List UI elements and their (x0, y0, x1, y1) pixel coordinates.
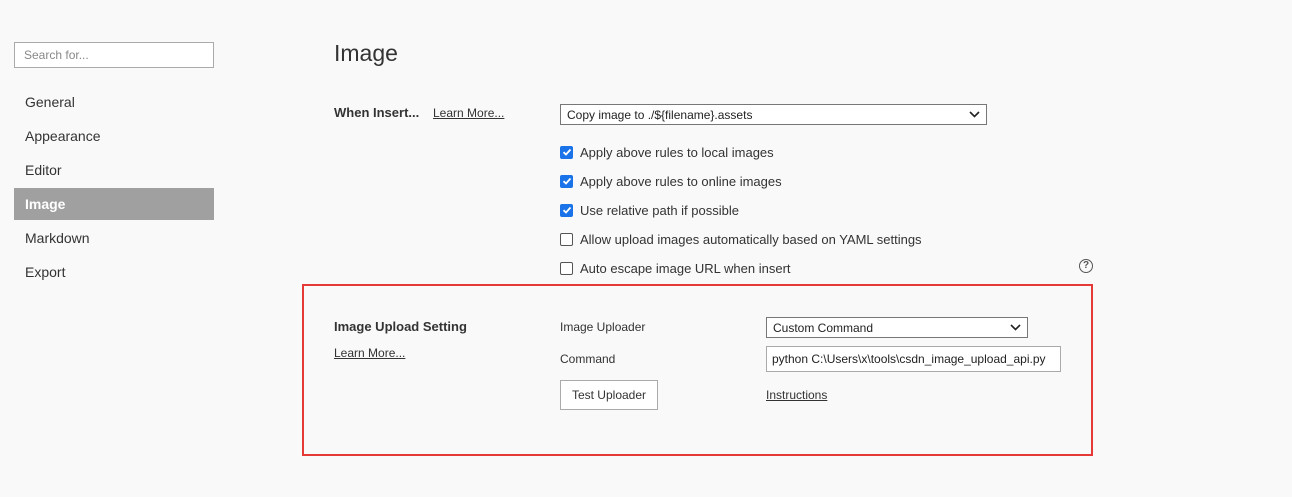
checkbox-checked-icon[interactable] (560, 203, 573, 217)
instructions-link[interactable]: Instructions (766, 388, 827, 402)
sidebar-item-image[interactable]: Image (14, 188, 214, 220)
image-upload-setting-label: Image Upload Setting (334, 319, 467, 334)
option-label: Use relative path if possible (580, 202, 739, 218)
chevron-down-icon (968, 109, 980, 121)
when-insert-learn-more-link[interactable]: Learn More... (433, 106, 504, 120)
option-label: Auto escape image URL when insert (580, 260, 791, 276)
image-uploader-select-value: Custom Command (773, 320, 874, 335)
sidebar-item-label: Export (25, 264, 66, 280)
checkbox-checked-icon[interactable] (560, 174, 573, 188)
checkbox-checked-icon[interactable] (560, 145, 573, 159)
when-insert-select[interactable]: Copy image to ./${filename}.assets (560, 104, 987, 125)
sidebar-item-export[interactable]: Export (14, 256, 214, 288)
search-input[interactable] (14, 42, 214, 68)
upload-learn-more-link[interactable]: Learn More... (334, 346, 405, 360)
page-title: Image (334, 40, 398, 66)
option-auto-escape-url[interactable]: Auto escape image URL when insert (560, 259, 791, 277)
sidebar-nav: General Appearance Editor Image Markdown… (14, 86, 214, 290)
when-insert-label: When Insert... (334, 105, 420, 120)
option-label: Apply above rules to local images (580, 144, 774, 160)
option-relative-path[interactable]: Use relative path if possible (560, 201, 739, 219)
sidebar-item-markdown[interactable]: Markdown (14, 222, 214, 254)
test-uploader-button[interactable]: Test Uploader (560, 380, 658, 410)
question-circle-icon[interactable]: ? (1079, 259, 1093, 273)
option-auto-upload-yaml[interactable]: Allow upload images automatically based … (560, 230, 922, 248)
option-label: Apply above rules to online images (580, 173, 782, 189)
option-local-images[interactable]: Apply above rules to local images (560, 143, 774, 161)
sidebar-item-editor[interactable]: Editor (14, 154, 214, 186)
chevron-down-icon (1009, 322, 1021, 334)
image-uploader-label: Image Uploader (560, 320, 646, 334)
checkbox-unchecked-icon[interactable] (560, 232, 573, 246)
sidebar-item-label: Appearance (25, 128, 101, 144)
command-input[interactable] (766, 346, 1061, 372)
command-label: Command (560, 352, 616, 366)
preferences-window: General Appearance Editor Image Markdown… (0, 0, 1292, 497)
sidebar-item-general[interactable]: General (14, 86, 214, 118)
sidebar-item-label: General (25, 94, 75, 110)
image-uploader-select[interactable]: Custom Command (766, 317, 1028, 338)
sidebar-item-label: Editor (25, 162, 62, 178)
sidebar-item-label: Markdown (25, 230, 90, 246)
checkbox-unchecked-icon[interactable] (560, 261, 573, 275)
sidebar-item-appearance[interactable]: Appearance (14, 120, 214, 152)
sidebar-item-label: Image (25, 196, 66, 212)
option-online-images[interactable]: Apply above rules to online images (560, 172, 782, 190)
when-insert-select-value: Copy image to ./${filename}.assets (567, 107, 753, 122)
option-label: Allow upload images automatically based … (580, 231, 922, 247)
